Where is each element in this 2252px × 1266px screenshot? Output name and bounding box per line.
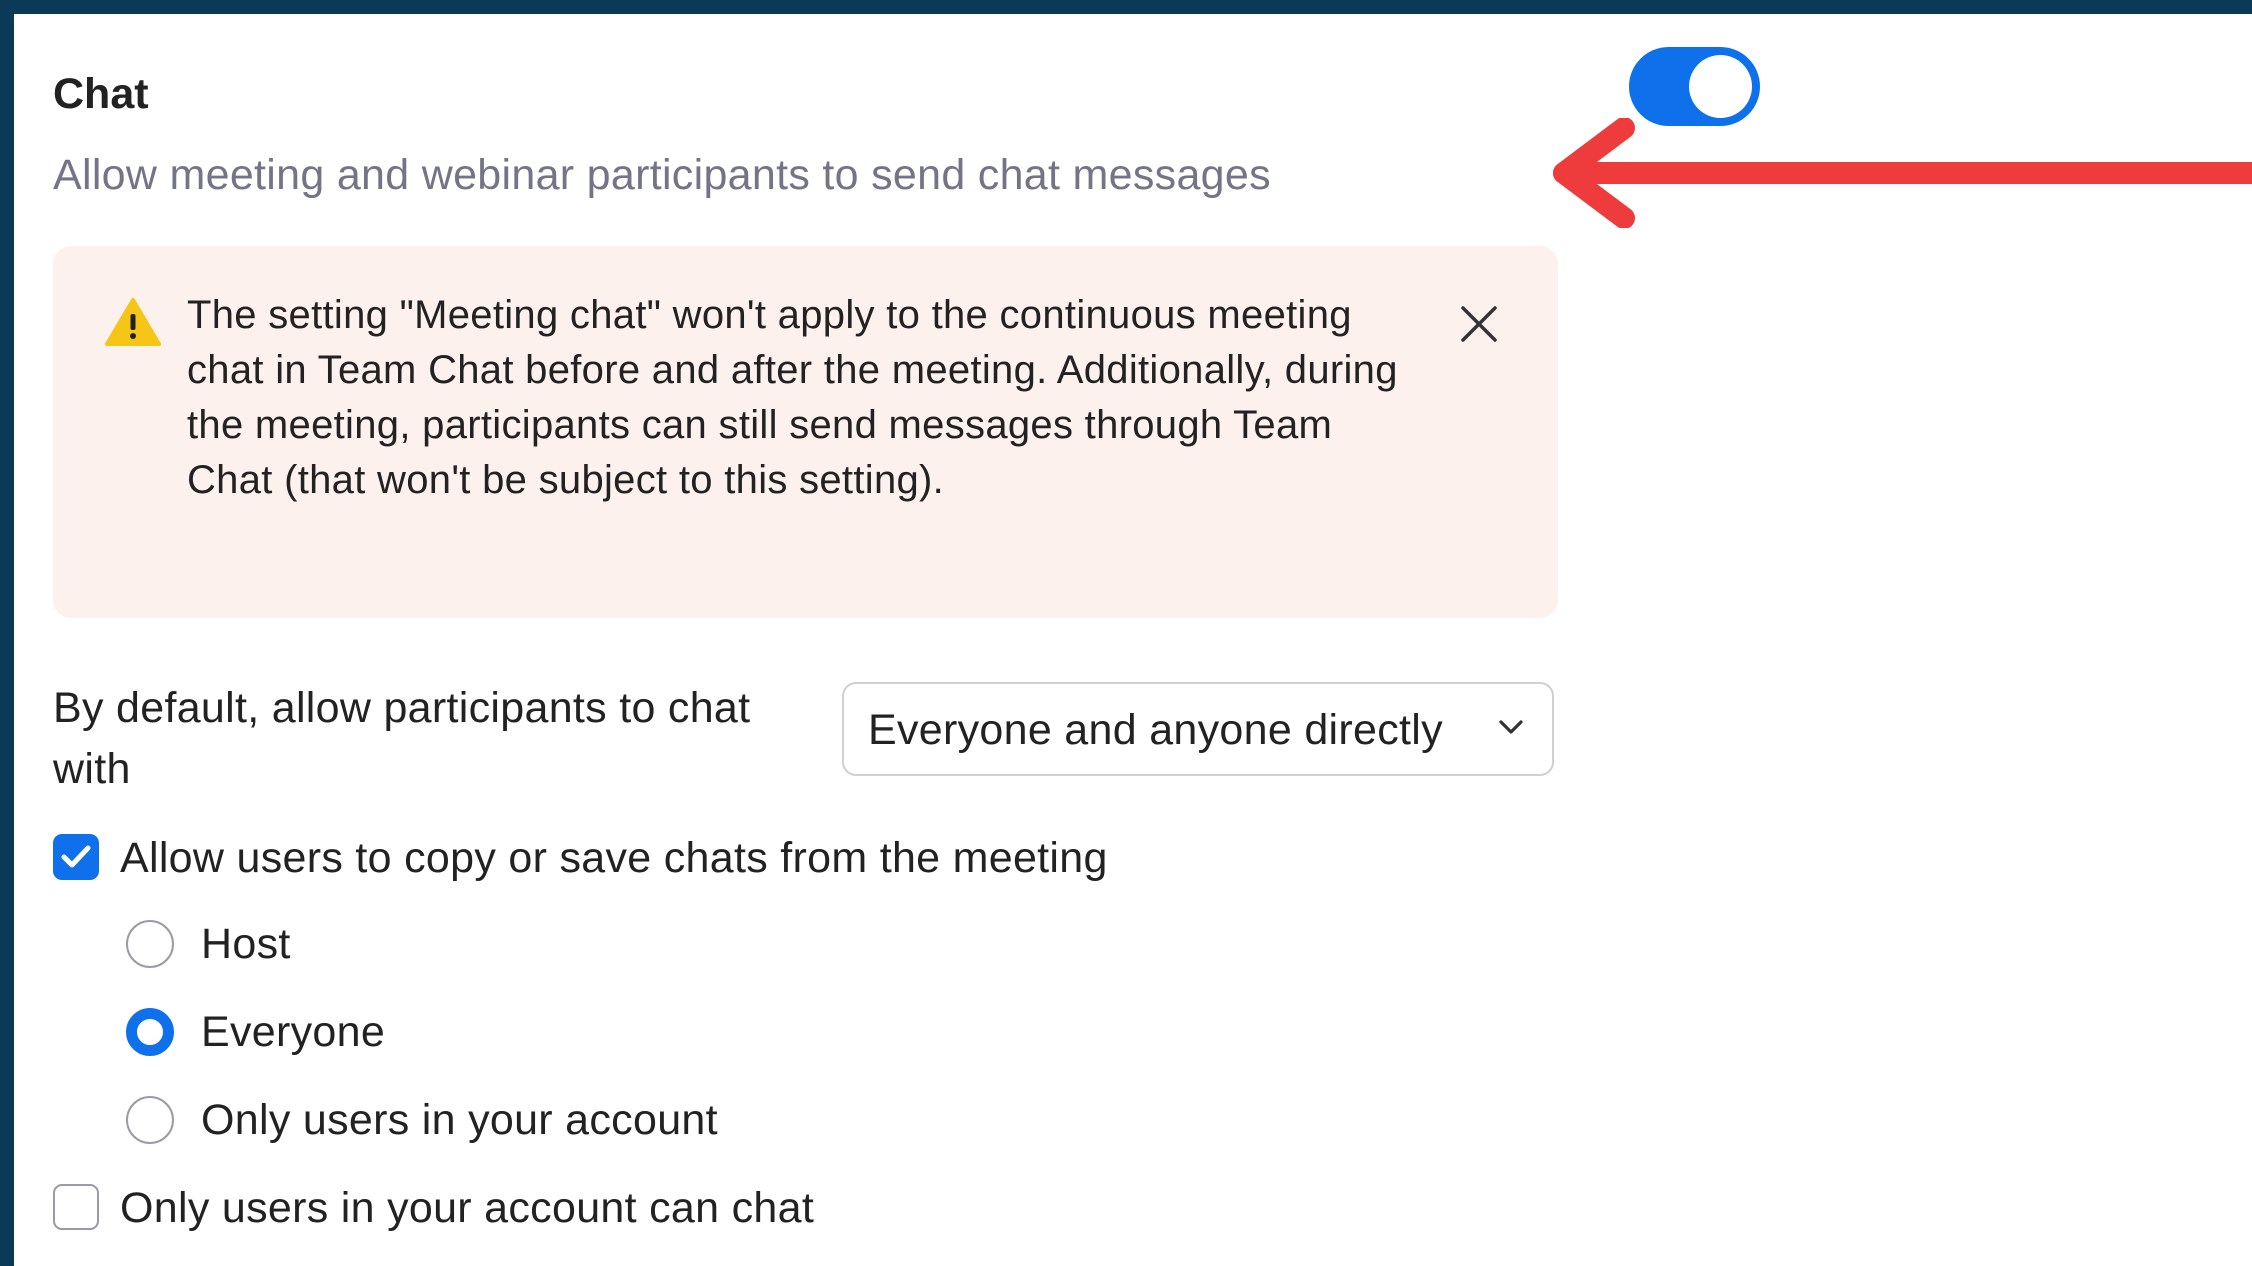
annotation-arrow-icon xyxy=(1553,118,2252,228)
account-only-chat-label[interactable]: Only users in your account can chat xyxy=(120,1184,814,1233)
radio-host[interactable] xyxy=(126,920,174,968)
account-only-chat-checkbox[interactable] xyxy=(53,1184,99,1230)
setting-title: Chat xyxy=(53,70,149,118)
warning-icon xyxy=(105,298,161,346)
chat-with-dropdown[interactable]: Everyone and anyone directly xyxy=(842,682,1554,776)
alert-banner: The setting "Meeting chat" won't apply t… xyxy=(53,246,1558,618)
setting-description: Allow meeting and webinar participants t… xyxy=(53,151,1271,199)
chevron-down-icon xyxy=(1499,720,1523,734)
dropdown-value: Everyone and anyone directly xyxy=(868,706,1443,754)
settings-panel: Chat Allow meeting and webinar participa… xyxy=(14,14,2252,1266)
radio-account-users-label[interactable]: Only users in your account xyxy=(201,1096,718,1145)
alert-message: The setting "Meeting chat" won't apply t… xyxy=(187,293,1398,502)
copy-save-checkbox[interactable] xyxy=(53,834,99,880)
toggle-knob xyxy=(1689,55,1752,118)
radio-account-users[interactable] xyxy=(126,1096,174,1144)
radio-everyone[interactable] xyxy=(126,1008,174,1056)
radio-host-label[interactable]: Host xyxy=(201,920,291,969)
close-icon[interactable] xyxy=(1459,304,1499,344)
default-chat-label: By default, allow participants to chat w… xyxy=(53,684,751,793)
radio-everyone-label[interactable]: Everyone xyxy=(201,1008,385,1057)
chat-toggle[interactable] xyxy=(1629,47,1760,126)
copy-save-label[interactable]: Allow users to copy or save chats from t… xyxy=(120,834,1108,883)
checkmark-icon xyxy=(61,845,91,868)
